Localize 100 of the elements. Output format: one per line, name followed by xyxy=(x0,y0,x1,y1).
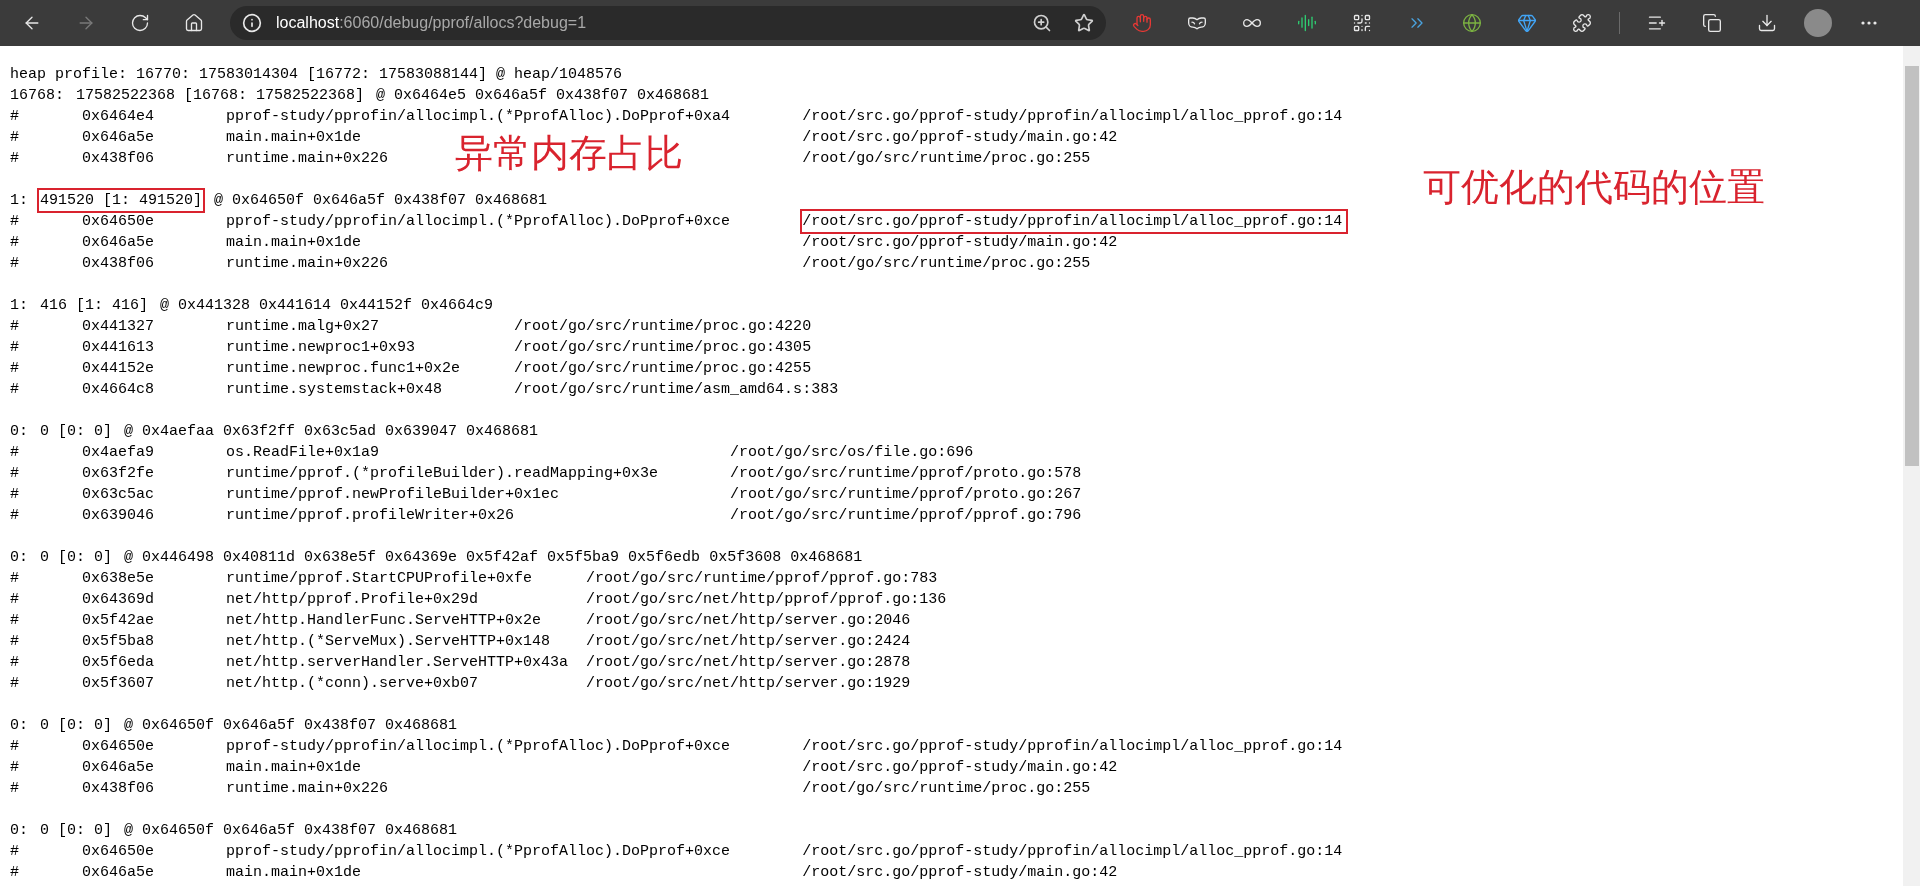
address-bar[interactable]: localhost:6060/debug/pprof/allocs?debug=1 xyxy=(230,6,1106,40)
scrollbar-thumb[interactable] xyxy=(1904,66,1919,466)
frame-function: runtime/pprof.StartCPUProfile+0xfe xyxy=(226,569,533,589)
globe-icon xyxy=(1462,13,1482,33)
frame-function: runtime.newproc.func1+0x2e xyxy=(226,359,461,379)
frame-location: /root/go/src/runtime/pprof/pprof.go:783 xyxy=(585,569,939,589)
frame-marker: # xyxy=(10,107,19,127)
record-stat: 0 [0: 0] xyxy=(39,821,114,841)
frame-location: /root/go/src/runtime/pprof/proto.go:267 xyxy=(729,485,1083,505)
collections-icon xyxy=(1702,13,1722,33)
frame-marker: # xyxy=(10,128,19,148)
frame-location: /root/src.go/pprof-study/main.go:42 xyxy=(801,128,1119,148)
frame-marker: # xyxy=(10,359,19,379)
record-stack: @ 0x64650f 0x646a5f 0x438f07 0x468681 xyxy=(124,821,458,841)
frame-marker: # xyxy=(10,380,19,400)
frame-address: 0x64650e xyxy=(82,842,155,862)
frame-function: net/http.HandlerFunc.ServeHTTP+0x2e xyxy=(226,611,542,631)
record-stack: @ 0x446498 0x40811d 0x638e5f 0x64369e 0x5f42af 0x5f5ba9 0x5f6edb 0x5f3608 0x468681 xyxy=(124,548,863,568)
frame-marker: # xyxy=(10,611,19,631)
frame-marker: # xyxy=(10,464,19,484)
frame-address: 0x63f2fe xyxy=(82,464,155,484)
frame-function: runtime.main+0x226 xyxy=(226,254,389,274)
frame-function: pprof-study/pprofin/allocimpl.(*PprofAlloc).DoPprof+0xce xyxy=(226,212,731,232)
frame-address: 0x639046 xyxy=(82,506,155,526)
frame-function: runtime.newproc1+0x93 xyxy=(226,338,416,358)
frame-location: /root/go/src/net/http/server.go:2424 xyxy=(585,632,912,652)
record-count: 1: xyxy=(10,191,28,211)
frame-marker: # xyxy=(10,758,19,778)
record-stack: @ 0x441328 0x441614 0x44152f 0x4664c9 xyxy=(160,296,494,316)
record-count: 16768: xyxy=(10,86,64,106)
frame-function: net/http.(*conn).serve+0xb07 xyxy=(226,674,479,694)
frame-location: /root/go/src/runtime/proc.go:255 xyxy=(801,779,1092,799)
frame-location: /root/go/src/net/http/server.go:2878 xyxy=(585,653,912,673)
frame-address: 0x44152e xyxy=(82,359,155,379)
frame-address: 0x64650e xyxy=(82,737,155,757)
frame-marker: # xyxy=(10,254,19,274)
frame-address: 0x646a5e xyxy=(82,863,155,883)
profile-summary: heap profile: 16770: 17583014304 [16772: 17583088144] @ heap/1048576 xyxy=(10,65,624,85)
frame-function: main.main+0x1de xyxy=(226,758,362,778)
frame-function: runtime.systemstack+0x48 xyxy=(226,380,443,400)
frame-address: 0x4664c8 xyxy=(82,380,155,400)
frame-function: main.main+0x1de xyxy=(226,128,362,148)
record-count: 0: xyxy=(10,716,28,736)
extensions-icon xyxy=(1572,13,1592,33)
frame-location: /root/go/src/runtime/proc.go:255 xyxy=(801,254,1092,274)
frame-function: net/http.(*ServeMux).ServeHTTP+0x148 xyxy=(226,632,551,652)
record-stat: 0 [0: 0] xyxy=(39,716,114,736)
frame-marker: # xyxy=(10,233,19,253)
record-stat: 0 [0: 0] xyxy=(39,548,114,568)
hand-icon xyxy=(1132,13,1152,33)
frame-address: 0x6464e4 xyxy=(82,107,155,127)
frame-address: 0x5f42ae xyxy=(82,611,155,631)
gem-icon xyxy=(1517,13,1537,33)
record-count: 0: xyxy=(10,548,28,568)
frame-marker: # xyxy=(10,212,19,232)
annotation-text: 异常内存占比 xyxy=(455,130,683,176)
frame-function: runtime/pprof.newProfileBuilder+0x1ec xyxy=(226,485,560,505)
avatar[interactable] xyxy=(1804,9,1832,37)
frame-marker: # xyxy=(10,737,19,757)
frame-address: 0x438f06 xyxy=(82,149,155,169)
frame-marker: # xyxy=(10,674,19,694)
record-stack: @ 0x6464e5 0x646a5f 0x438f07 0x468681 xyxy=(376,86,710,106)
zoom-icon[interactable] xyxy=(1032,13,1052,33)
frame-function: runtime.malg+0x27 xyxy=(226,317,380,337)
frame-location: /root/go/src/runtime/asm_amd64.s:383 xyxy=(513,380,840,400)
frame-location: /root/go/src/runtime/proc.go:4220 xyxy=(513,317,813,337)
frame-marker: # xyxy=(10,317,19,337)
annotation-text: 可优化的代码的位置 xyxy=(1423,164,1765,210)
frame-function: pprof-study/pprofin/allocimpl.(*PprofAlloc).DoPprof+0xa4 xyxy=(226,107,731,127)
record-stat: 491520 [1: 491520] xyxy=(37,188,206,213)
record-count: 1: xyxy=(10,296,28,316)
frame-address: 0x4aefa9 xyxy=(82,443,155,463)
more-icon xyxy=(1861,21,1877,25)
frame-location: /root/go/src/net/http/server.go:2046 xyxy=(585,611,912,631)
frame-function: runtime/pprof.(*profileBuilder).readMapping+0x3e xyxy=(226,464,659,484)
frame-location: /root/go/src/runtime/proc.go:255 xyxy=(801,149,1092,169)
frame-marker: # xyxy=(10,632,19,652)
frame-location: /root/go/src/runtime/proc.go:4305 xyxy=(513,338,813,358)
frame-location: /root/src.go/pprof-study/pprofin/allocimpl/alloc_pprof.go:14 xyxy=(801,737,1344,757)
info-icon xyxy=(242,13,262,33)
record-stack: @ 0x4aefaa 0x63f2ff 0x63c5ad 0x639047 0x468681 xyxy=(124,422,539,442)
frame-address: 0x438f06 xyxy=(82,779,155,799)
record-stat: 17582522368 [16768: 17582522368] xyxy=(75,86,366,106)
frame-location: /root/go/src/runtime/proc.go:4255 xyxy=(513,359,813,379)
frame-location: /root/go/src/os/file.go:696 xyxy=(729,443,975,463)
record-count: 0: xyxy=(10,422,28,442)
frame-address: 0x5f6eda xyxy=(82,653,155,673)
frame-marker: # xyxy=(10,863,19,883)
frame-marker: # xyxy=(10,485,19,505)
frame-marker: # xyxy=(10,443,19,463)
record-stat: 416 [1: 416] xyxy=(39,296,150,316)
frame-address: 0x646a5e xyxy=(82,233,155,253)
frame-location: /root/src.go/pprof-study/main.go:42 xyxy=(801,233,1119,253)
frame-location: /root/src.go/pprof-study/pprofin/allocimpl/alloc_pprof.go:14 xyxy=(800,209,1349,234)
frame-marker: # xyxy=(10,149,19,169)
frame-marker: # xyxy=(10,779,19,799)
frame-function: runtime.main+0x226 xyxy=(226,149,389,169)
frame-marker: # xyxy=(10,338,19,358)
add-favorite-icon[interactable] xyxy=(1074,13,1094,33)
frame-marker: # xyxy=(10,842,19,862)
